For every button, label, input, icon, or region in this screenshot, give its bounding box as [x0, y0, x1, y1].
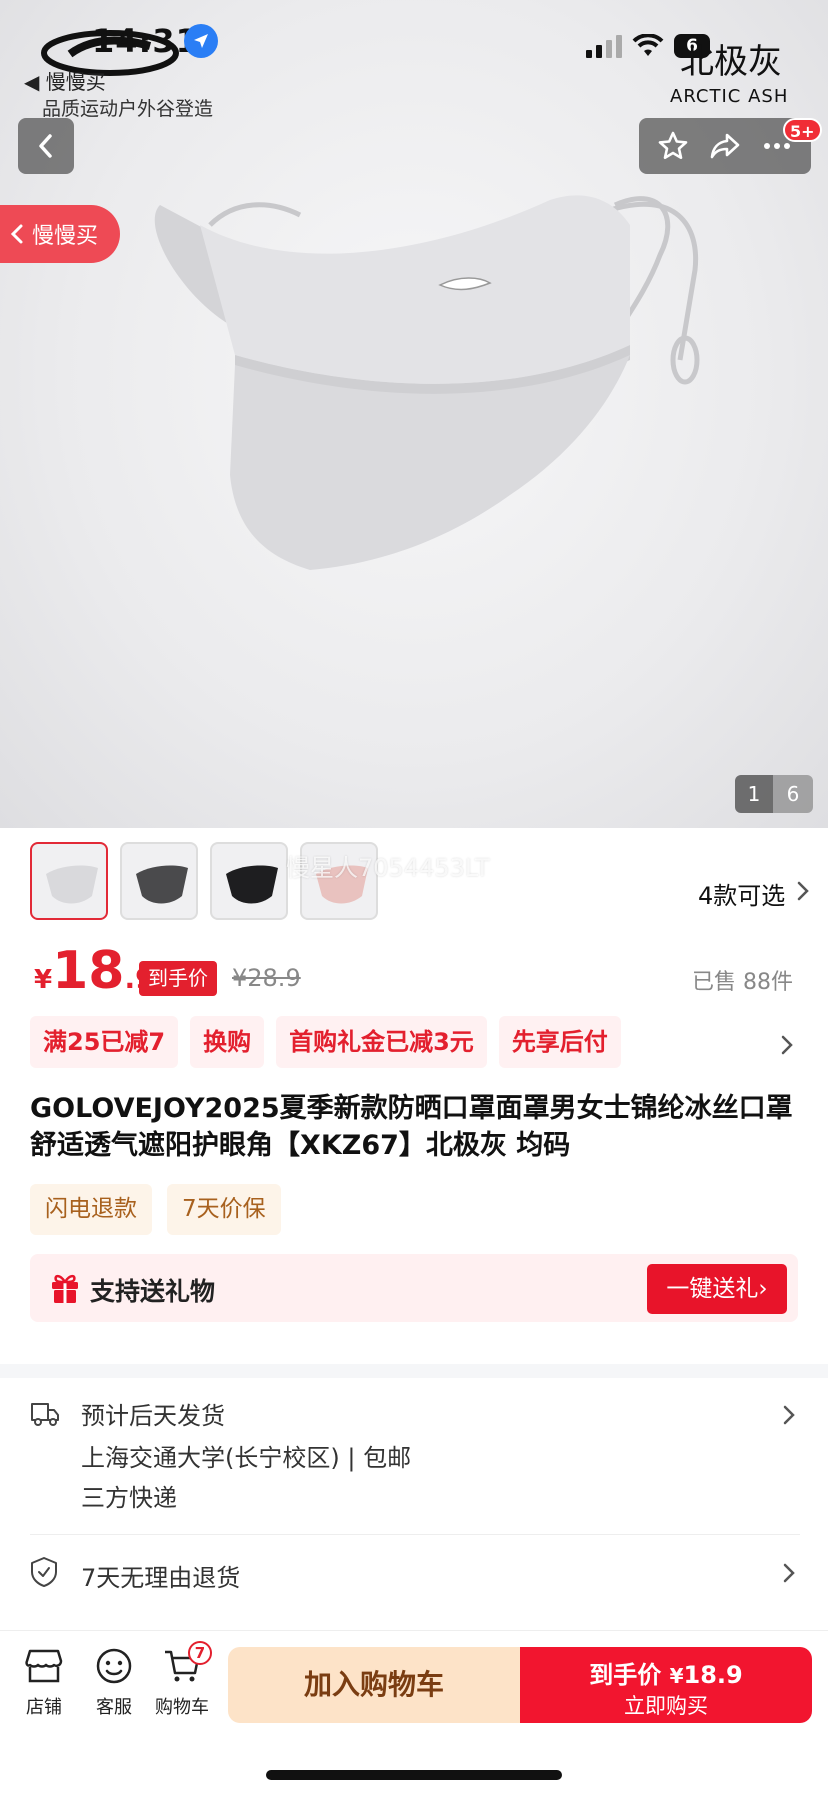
buy-price-value: 18.9 — [683, 1661, 743, 1689]
delivery-truck-icon — [31, 1403, 59, 1426]
color-name-cn: 北极灰 — [680, 42, 782, 82]
send-gift-button[interactable]: 一键送礼› — [647, 1264, 787, 1314]
service-tags: 闪电退款 7天价保 — [30, 1184, 281, 1235]
cart-label: 购物车 — [155, 1697, 209, 1718]
sold-count: 已售 88件 — [692, 970, 793, 995]
buy-now-button[interactable]: 到手价 ¥18.9 立即购买 — [520, 1647, 812, 1723]
wifi-icon — [632, 34, 664, 56]
price-display: ¥ 18 .9 — [34, 945, 155, 997]
buy-price-label: 到手价 — [589, 1661, 662, 1689]
variant-count-link[interactable]: 4款可选 — [698, 876, 785, 911]
returns-policy-row[interactable]: 7天无理由退货 — [30, 1552, 800, 1602]
face-mask-product-image — [154, 195, 700, 570]
gift-banner: 支持送礼物 一键送礼› — [30, 1254, 798, 1322]
cellular-signal-icon — [586, 34, 622, 58]
final-price-tag: 到手价 — [139, 961, 217, 996]
favorite-button[interactable] — [653, 126, 693, 166]
shipping-info-row[interactable]: 预计后天发货 上海交通大学(长宁校区) | 包邮 三方快递 — [30, 1394, 800, 1534]
store-icon — [25, 1649, 63, 1683]
buy-now-label: 立即购买 — [624, 1694, 708, 1718]
promo-tag[interactable]: 首购礼金已减3元 — [276, 1016, 487, 1068]
image-counter-total: 6 — [773, 775, 813, 813]
chevron-left-icon — [39, 134, 52, 158]
image-counter-current: 1 — [735, 775, 773, 813]
add-to-cart-button[interactable]: 加入购物车 — [228, 1647, 520, 1723]
variant-thumb-gray[interactable] — [30, 842, 108, 920]
share-button[interactable] — [705, 126, 745, 166]
service-tag[interactable]: 闪电退款 — [30, 1184, 152, 1235]
price-integer: 18 — [52, 941, 125, 1001]
cart-button[interactable]: 7 购物车 — [152, 1641, 212, 1719]
chevron-right-icon — [783, 1405, 795, 1425]
star-icon — [658, 131, 688, 159]
promo-tag[interactable]: 换购 — [190, 1016, 265, 1068]
watermark-text: 慢星人7054453LT — [286, 854, 490, 882]
slow-buy-float-button[interactable]: 慢慢买 — [0, 205, 120, 263]
mask-thumbnail-icon — [226, 865, 278, 904]
row-divider — [30, 1534, 800, 1535]
image-counter: 1 6 — [735, 775, 813, 813]
mask-thumbnail-icon — [46, 865, 98, 904]
location-arrow-icon — [184, 24, 218, 58]
promo-tag[interactable]: 先享后付 — [498, 1016, 621, 1068]
promo-tag[interactable]: 满25已减7 — [30, 1016, 179, 1068]
returns-label: 7天无理由退货 — [81, 1564, 241, 1592]
variant-thumb-black[interactable] — [210, 842, 288, 920]
status-time: 14:31 — [92, 22, 199, 60]
chevron-right-icon[interactable] — [780, 1034, 794, 1056]
product-detail-page: 14:31 ◀ 慢慢买 品质运动户外谷登造 6 北极灰 ARCTIC ASH 5… — [0, 0, 828, 1795]
share-icon — [710, 133, 740, 159]
slow-buy-label: 慢慢买 — [32, 224, 99, 249]
product-image-carousel[interactable]: 14:31 ◀ 慢慢买 品质运动户外谷登造 6 北极灰 ARCTIC ASH 5… — [0, 0, 828, 828]
color-name-en: ARCTIC ASH — [670, 86, 789, 107]
chevron-left-icon — [10, 224, 23, 244]
original-price: ¥28.9 — [232, 964, 301, 992]
chevron-right-icon — [797, 881, 809, 901]
buy-price-symbol: ¥ — [669, 1664, 684, 1688]
ship-carrier: 三方快递 — [81, 1484, 177, 1512]
service-tag[interactable]: 7天价保 — [167, 1184, 281, 1235]
buy-now-price: 到手价 ¥18.9 — [520, 1655, 812, 1690]
chat-smile-icon — [96, 1648, 132, 1684]
cart-count-badge: 7 — [188, 1641, 212, 1665]
customer-service-button[interactable]: 客服 — [84, 1647, 144, 1719]
notification-badge: 5+ — [783, 118, 822, 142]
promo-tags[interactable]: 满25已减7 换购 首购礼金已减3元 先享后付 — [30, 1016, 621, 1068]
chevron-right-icon — [783, 1563, 795, 1583]
variant-thumb-dark-gray[interactable] — [120, 842, 198, 920]
brand-tagline: 品质运动户外谷登造 — [42, 98, 214, 120]
service-label: 客服 — [96, 1697, 132, 1718]
product-title: GOLOVEJOY2025夏季新款防晒口罩面罩男女士锦纶冰丝口罩舒适透气遮阳护眼… — [30, 1093, 793, 1161]
gift-label: 支持送礼物 — [90, 1277, 216, 1306]
mask-thumbnail-icon — [136, 865, 188, 904]
home-indicator — [266, 1770, 562, 1780]
ship-address: 上海交通大学(长宁校区) | 包邮 — [81, 1444, 412, 1472]
section-divider — [0, 1364, 828, 1378]
store-label: 店铺 — [26, 1697, 62, 1718]
gift-icon — [52, 1274, 78, 1303]
back-button[interactable] — [18, 118, 74, 174]
shield-check-icon — [31, 1557, 57, 1587]
ship-estimate: 预计后天发货 — [81, 1402, 225, 1430]
store-button[interactable]: 店铺 — [14, 1647, 74, 1719]
back-to-app-link[interactable]: ◀ 慢慢买 — [24, 66, 106, 95]
price-currency: ¥ — [34, 965, 53, 995]
